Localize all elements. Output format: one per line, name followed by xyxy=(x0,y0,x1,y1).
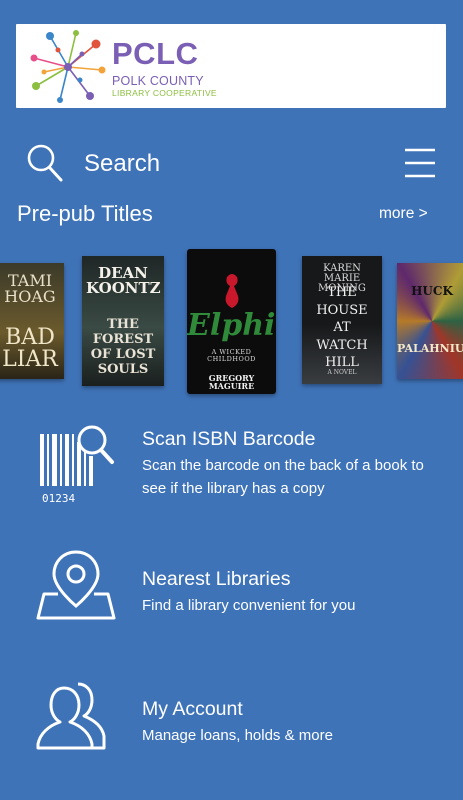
book-cover[interactable]: KAREN MARIE MONING THE HOUSE AT WATCH HI… xyxy=(302,256,382,384)
feature-title: Scan ISBN Barcode xyxy=(142,428,316,450)
feature-title: Nearest Libraries xyxy=(142,568,291,590)
hamburger-menu-icon[interactable] xyxy=(404,146,436,180)
logo-subtitle: POLK COUNTY xyxy=(112,74,204,88)
section-title: Pre-pub Titles xyxy=(17,201,153,226)
logo-tagline: LIBRARY COOPERATIVE xyxy=(112,88,217,98)
feature-description: Find a library convenient for you xyxy=(142,597,356,614)
pclc-logo-icon xyxy=(30,30,106,103)
map-pin-icon xyxy=(36,550,116,620)
book-cover[interactable]: TAMI HOAG BAD LIAR xyxy=(0,263,64,379)
my-account-item[interactable]: My Account Manage loans, holds & more xyxy=(0,678,463,758)
feature-title: My Account xyxy=(142,698,243,720)
library-logo-banner[interactable]: PCLC POLK COUNTY LIBRARY COOPERATIVE xyxy=(16,24,446,108)
logo-title: PCLC xyxy=(112,36,199,71)
search-label[interactable]: Search xyxy=(84,150,160,178)
book-cover[interactable]: HUCK PALAHNIUK xyxy=(397,263,463,379)
search-icon[interactable] xyxy=(26,143,64,183)
feature-description: Manage loans, holds & more xyxy=(142,727,333,744)
book-cover[interactable]: DEAN KOONTZ THE FOREST OF LOST SOULS xyxy=(82,256,164,386)
nearest-libraries-item[interactable]: Nearest Libraries Find a library conveni… xyxy=(0,548,463,628)
book-cover[interactable]: Elphie A WICKED CHILDHOOD GREGORY MAGUIR… xyxy=(187,249,276,394)
users-icon xyxy=(36,682,106,750)
more-link[interactable]: more > xyxy=(379,205,428,223)
barcode-scan-icon: 01234 xyxy=(40,425,114,504)
scan-isbn-item[interactable]: 01234 Scan ISBN Barcode Scan the barcode… xyxy=(0,418,463,518)
search-bar[interactable]: Search xyxy=(0,140,463,188)
book-carousel[interactable]: TAMI HOAG BAD LIAR DEAN KOONTZ THE FORES… xyxy=(0,247,463,397)
barcode-digits: 01234 xyxy=(42,492,75,504)
feature-description: Scan the barcode on the back of a book t… xyxy=(142,457,424,497)
monkey-illustration-icon xyxy=(225,274,239,308)
